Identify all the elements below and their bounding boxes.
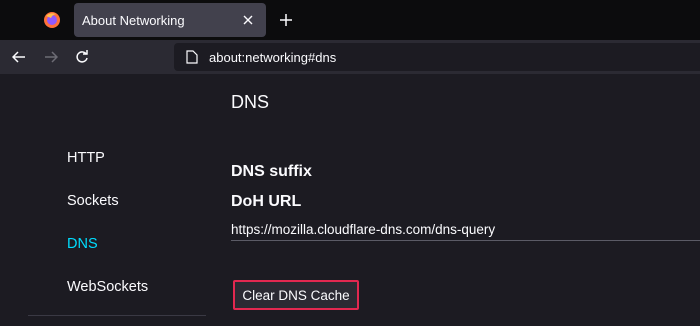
url-bar[interactable]: about:networking#dns: [174, 43, 700, 71]
back-arrow-icon[interactable]: [9, 47, 29, 67]
dns-suffix-heading: DNS suffix: [231, 163, 312, 180]
close-icon[interactable]: [240, 12, 256, 28]
reload-icon[interactable]: [72, 47, 92, 67]
page-icon: [184, 49, 200, 65]
url-text: about:networking#dns: [209, 49, 337, 65]
doh-url-heading: DoH URL: [231, 193, 302, 210]
sidebar-item-websockets[interactable]: WebSockets: [67, 279, 148, 295]
plus-icon[interactable]: [276, 10, 296, 30]
page-title: DNS: [231, 92, 270, 112]
active-tab[interactable]: About Networking: [74, 3, 266, 37]
navigation-toolbar: about:networking#dns: [0, 40, 700, 74]
sidebar-item-dns[interactable]: DNS: [67, 236, 98, 252]
clear-dns-cache-button[interactable]: Clear DNS Cache: [233, 280, 359, 310]
sidebar: HTTP Sockets DNS WebSockets: [0, 74, 206, 326]
firefox-logo-icon[interactable]: [40, 8, 64, 32]
main-content: DNS DNS suffix DoH URL https://mozilla.c…: [206, 74, 700, 326]
sidebar-item-sockets[interactable]: Sockets: [67, 193, 119, 209]
forward-arrow-icon[interactable]: [41, 47, 61, 67]
sidebar-divider: [28, 315, 206, 316]
divider: [231, 240, 700, 241]
doh-url-value: https://mozilla.cloudflare-dns.com/dns-q…: [231, 222, 496, 237]
sidebar-item-http[interactable]: HTTP: [67, 150, 105, 166]
tab-strip: About Networking: [0, 0, 700, 40]
tab-title: About Networking: [82, 12, 185, 28]
